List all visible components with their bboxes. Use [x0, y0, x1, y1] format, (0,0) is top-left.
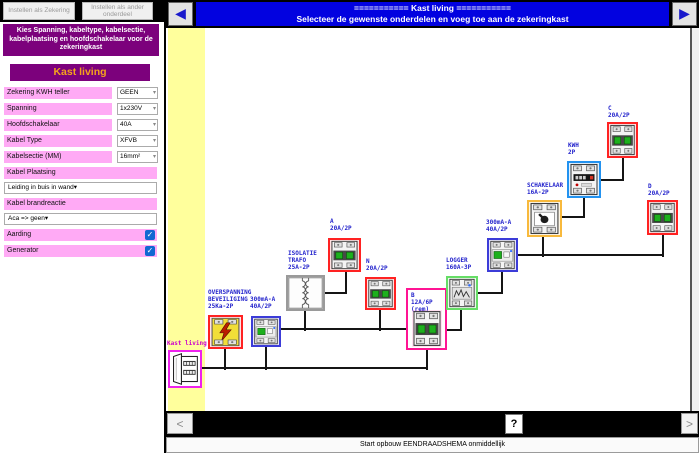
scroll-left-button[interactable]: <: [167, 413, 193, 434]
breaker-a-icon: [330, 240, 359, 270]
field-select-zekering-kwh-teller[interactable]: GEEN▾: [117, 87, 158, 99]
section-label-kabel-brandreactie: Kabel brandreactie: [4, 198, 157, 210]
section-label-kabel-plaatsing: Kabel Plaatsing: [4, 167, 157, 179]
device-overspanning-beveiliging[interactable]: [208, 315, 243, 349]
field-label-kabel-type: Kabel Type: [4, 135, 112, 147]
sidebar: Kies Spanning, kabeltype, kabelsectie, k…: [0, 22, 164, 453]
chevron-down-icon: ▾: [45, 215, 48, 222]
field-row-hoofdschakelaar: Hoofdschakelaar 40A▾: [4, 119, 164, 131]
vertical-scrollbar[interactable]: [690, 28, 699, 411]
device-rcd-300ma-2[interactable]: [487, 238, 518, 272]
device-kwh-meter[interactable]: [567, 161, 601, 198]
schakelaar-icon: [529, 202, 560, 235]
sidebar-fields: Zekering KWH teller GEEN▾ Spanning 1x230V▾ H…: [0, 87, 164, 257]
wiring-lines: [166, 28, 699, 411]
field-row-kabelsectie-mm: Kabelsectie (MM) 16mm²▾: [4, 151, 164, 163]
logger-icon: [448, 278, 476, 308]
toggle-label-aarding: Aarding: [7, 231, 31, 238]
checkbox-generator[interactable]: ✓: [145, 246, 155, 256]
device-breaker-c[interactable]: [607, 122, 638, 158]
header-title: =========== Kast living ===========: [196, 3, 669, 14]
chevron-down-icon: ▾: [153, 136, 156, 146]
right-arrow-icon: ▶: [679, 6, 690, 22]
overspanning-beveiliging-icon: [210, 317, 241, 347]
device-breaker-a[interactable]: [328, 238, 361, 272]
scroll-right-button[interactable]: >: [681, 413, 698, 434]
device-breaker-n[interactable]: [365, 277, 396, 310]
field-row-zekering-kwh-teller: Zekering KWH teller GEEN▾: [4, 87, 164, 99]
device-isolatie-trafo[interactable]: [286, 275, 325, 311]
select-kabel-brandreactie[interactable]: Aca => geen▾: [4, 213, 157, 225]
chevron-down-icon: ▾: [153, 104, 156, 114]
field-select-spanning[interactable]: 1x230V▾: [117, 103, 158, 115]
chevron-down-icon: ▾: [153, 120, 156, 130]
rcd-300ma-2-icon: [489, 240, 516, 270]
rcd-300ma-1-icon: [253, 318, 279, 345]
diagram-canvas: Kast living OVERSPANNING BEVEILIGING 25K…: [166, 28, 699, 411]
set-as-zekering-button[interactable]: Instellen als Zekering: [3, 2, 75, 20]
chevron-down-icon: ▾: [153, 88, 156, 98]
isolatie-trafo-icon: [288, 277, 323, 309]
toggle-label-generator: Generator: [7, 247, 39, 254]
prev-arrow-button[interactable]: ◀: [168, 2, 193, 26]
select-kabel-plaatsing[interactable]: Leiding in buis in wand▾: [4, 182, 157, 194]
field-row-kabel-type: Kabel Type XFVB▾: [4, 135, 164, 147]
device-logger[interactable]: [446, 276, 478, 310]
bottom-scrollbar: < ? >: [166, 411, 699, 437]
field-row-spanning: Spanning 1x230V▾: [4, 103, 164, 115]
help-icon: ?: [511, 418, 518, 430]
field-select-kabelsectie-mm[interactable]: 16mm²▾: [117, 151, 158, 163]
panel-title: Kast living: [10, 64, 150, 81]
breaker-c-icon: [609, 124, 636, 156]
sidebar-instruction: Kies Spanning, kabeltype, kabelsectie, k…: [3, 24, 159, 56]
scroll-left-icon: <: [176, 417, 183, 431]
breaker-b-group-breaker-icon: [412, 310, 442, 347]
header-bar: ◀ =========== Kast living =========== Se…: [166, 0, 699, 28]
device-rcd-300ma-1[interactable]: [251, 316, 281, 347]
left-arrow-icon: ◀: [175, 6, 186, 22]
field-select-kabel-type[interactable]: XFVB▾: [117, 135, 158, 147]
device-schakelaar[interactable]: [527, 200, 562, 237]
kast-living-cabinet-icon: [170, 352, 200, 386]
breaker-d-icon: [649, 202, 676, 233]
checkbox-aarding[interactable]: ✓: [145, 230, 155, 240]
device-breaker-d[interactable]: [647, 200, 678, 235]
next-arrow-button[interactable]: ▶: [672, 2, 697, 26]
set-as-other-part-button[interactable]: Instellen als ander onderdeel: [82, 2, 153, 20]
help-button[interactable]: ?: [505, 414, 523, 434]
chevron-down-icon: ▾: [74, 184, 77, 191]
field-label-kabelsectie-mm: Kabelsectie (MM): [4, 151, 112, 163]
header-message: =========== Kast living =========== Sele…: [196, 2, 669, 26]
field-label-zekering-kwh-teller: Zekering KWH teller: [4, 87, 112, 99]
top-left-toolbar: Instellen als Zekering Instellen als and…: [0, 0, 166, 22]
field-select-hoofdschakelaar[interactable]: 40A▾: [117, 119, 158, 131]
chevron-down-icon: ▾: [153, 152, 156, 162]
scroll-right-icon: >: [686, 417, 693, 431]
start-eendraadschema-button[interactable]: Start opbouw EENDRAADSHEMA onmiddellijk: [166, 437, 699, 453]
header-subtitle: Selecteer de gewenste onderdelen en voeg…: [196, 14, 669, 25]
field-label-hoofdschakelaar: Hoofdschakelaar: [4, 119, 112, 131]
field-label-spanning: Spanning: [4, 103, 112, 115]
toggle-row-generator: Generator ✓: [4, 245, 157, 257]
breaker-n-icon: [367, 279, 394, 308]
device-breaker-b-group[interactable]: B 12A/6P (rem): [406, 288, 447, 350]
toggle-row-aarding: Aarding ✓: [4, 229, 157, 241]
device-kast-living-cabinet[interactable]: [168, 350, 202, 388]
kwh-meter-icon: [569, 163, 599, 196]
